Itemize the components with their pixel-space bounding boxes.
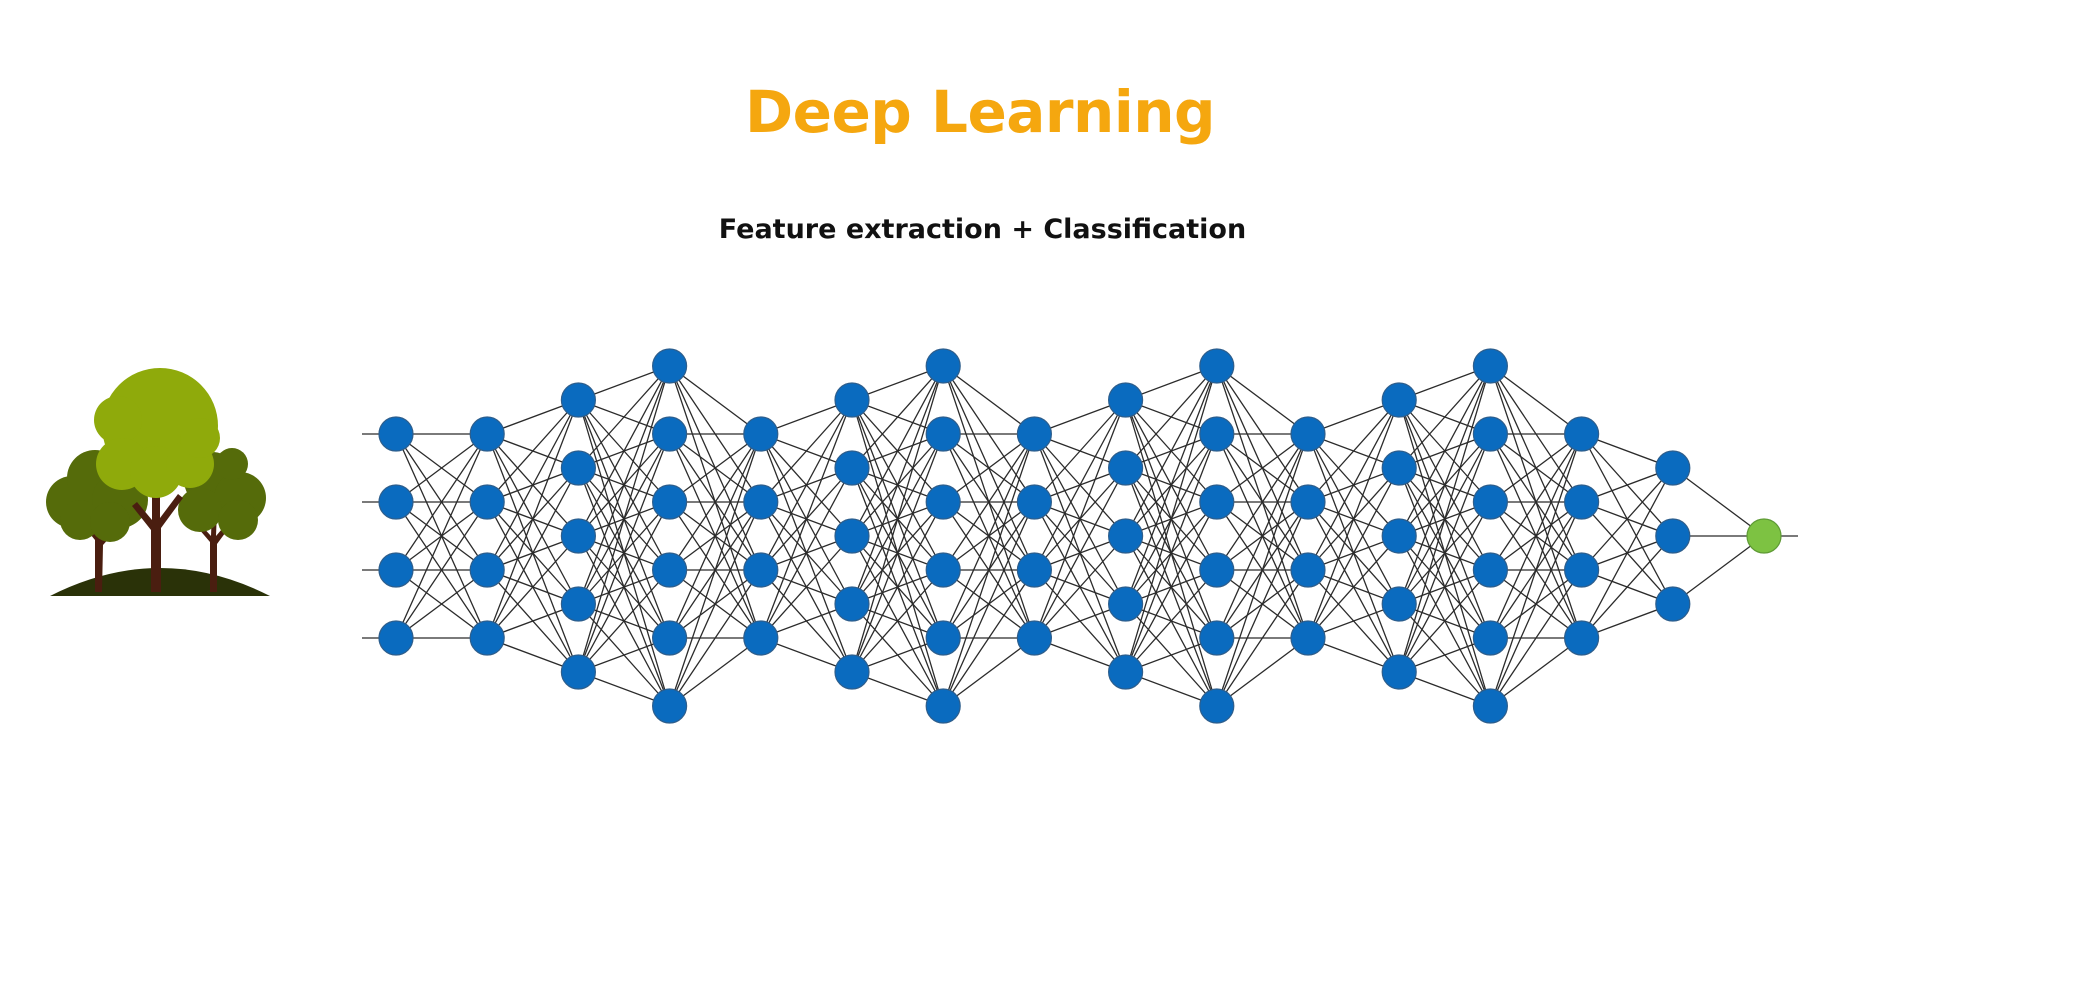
network-node xyxy=(1290,416,1326,452)
network-node xyxy=(743,484,779,520)
network-node xyxy=(743,552,779,588)
network-node xyxy=(1472,348,1509,384)
network-node xyxy=(378,620,414,656)
network-node xyxy=(1472,552,1509,588)
network-node xyxy=(1290,620,1326,656)
connection-line xyxy=(1307,399,1400,503)
network-node xyxy=(1472,620,1509,656)
connection-line xyxy=(851,365,944,469)
network-node xyxy=(834,518,870,554)
network-node xyxy=(1381,450,1417,486)
network-node xyxy=(1107,450,1144,486)
network-node xyxy=(1107,654,1144,690)
network-node xyxy=(1563,416,1600,452)
network-node xyxy=(378,484,414,520)
connection-line xyxy=(1489,501,1583,707)
network-node xyxy=(560,450,597,486)
network-node xyxy=(743,416,779,452)
network-nodes xyxy=(378,348,1782,724)
network-node xyxy=(1472,416,1509,452)
network-node xyxy=(1290,484,1326,520)
connection-line xyxy=(1581,535,1674,639)
network-node xyxy=(651,620,688,656)
connection-line xyxy=(1216,501,1309,707)
network-node xyxy=(1199,484,1235,520)
neural-network-diagram xyxy=(362,348,1798,724)
network-node xyxy=(925,348,961,384)
network-node xyxy=(1381,654,1417,690)
connection-line xyxy=(577,365,671,469)
connection-line xyxy=(669,501,762,707)
connection-line xyxy=(1124,365,1218,673)
slide: Deep Learning Feature extraction + Class… xyxy=(0,0,2100,990)
network-node xyxy=(1381,518,1417,554)
network-node xyxy=(1199,688,1235,724)
network-node xyxy=(1563,552,1600,588)
network-node xyxy=(925,416,961,452)
connection-line xyxy=(577,365,671,673)
connection-line xyxy=(1398,365,1492,673)
network-node xyxy=(1655,586,1691,622)
network-node xyxy=(1016,620,1053,656)
network-node xyxy=(560,382,597,418)
network-node xyxy=(469,620,505,656)
network-node xyxy=(1016,552,1053,588)
network-node xyxy=(1381,382,1417,418)
network-node xyxy=(1563,620,1600,656)
network-node xyxy=(560,654,597,690)
network-node xyxy=(651,552,688,588)
network-node xyxy=(560,586,597,622)
network-node xyxy=(651,484,688,520)
connection-line xyxy=(1398,365,1491,469)
network-node xyxy=(1655,450,1691,486)
network-node xyxy=(1655,518,1691,554)
network-node xyxy=(651,416,688,452)
network-node xyxy=(834,654,870,690)
network-node xyxy=(1563,484,1600,520)
network-node xyxy=(469,552,505,588)
network-node xyxy=(1016,416,1053,452)
network-node xyxy=(1016,484,1053,520)
connection-line xyxy=(942,501,1035,707)
network-node xyxy=(1199,416,1235,452)
network-connections xyxy=(395,365,1765,707)
network-node xyxy=(1107,518,1144,554)
network-node xyxy=(651,348,688,384)
network-node xyxy=(1199,620,1235,656)
network-node xyxy=(469,484,505,520)
network-node xyxy=(1107,382,1144,418)
network-node xyxy=(651,688,688,724)
connection-line xyxy=(1033,399,1127,503)
connection-line xyxy=(851,365,944,673)
network-node xyxy=(743,620,779,656)
network-node xyxy=(834,450,870,486)
connection-line xyxy=(760,399,853,503)
network-node xyxy=(925,552,961,588)
network-node xyxy=(1290,552,1326,588)
network-node xyxy=(378,416,414,452)
network-node xyxy=(834,586,870,622)
network-node xyxy=(1472,688,1509,724)
network-node xyxy=(1107,586,1144,622)
connection-line xyxy=(486,399,579,503)
network-node xyxy=(469,416,505,452)
output-node xyxy=(1746,518,1782,554)
connection-line xyxy=(1581,467,1674,571)
network-node xyxy=(925,620,961,656)
network-node xyxy=(834,382,870,418)
network-node xyxy=(1199,552,1235,588)
network-node xyxy=(560,518,597,554)
network-node xyxy=(925,484,961,520)
network-node xyxy=(1381,586,1417,622)
network-node xyxy=(925,688,961,724)
network-node xyxy=(1472,484,1509,520)
network-node xyxy=(1199,348,1235,384)
connection-line xyxy=(1125,365,1218,469)
network-node xyxy=(378,552,414,588)
